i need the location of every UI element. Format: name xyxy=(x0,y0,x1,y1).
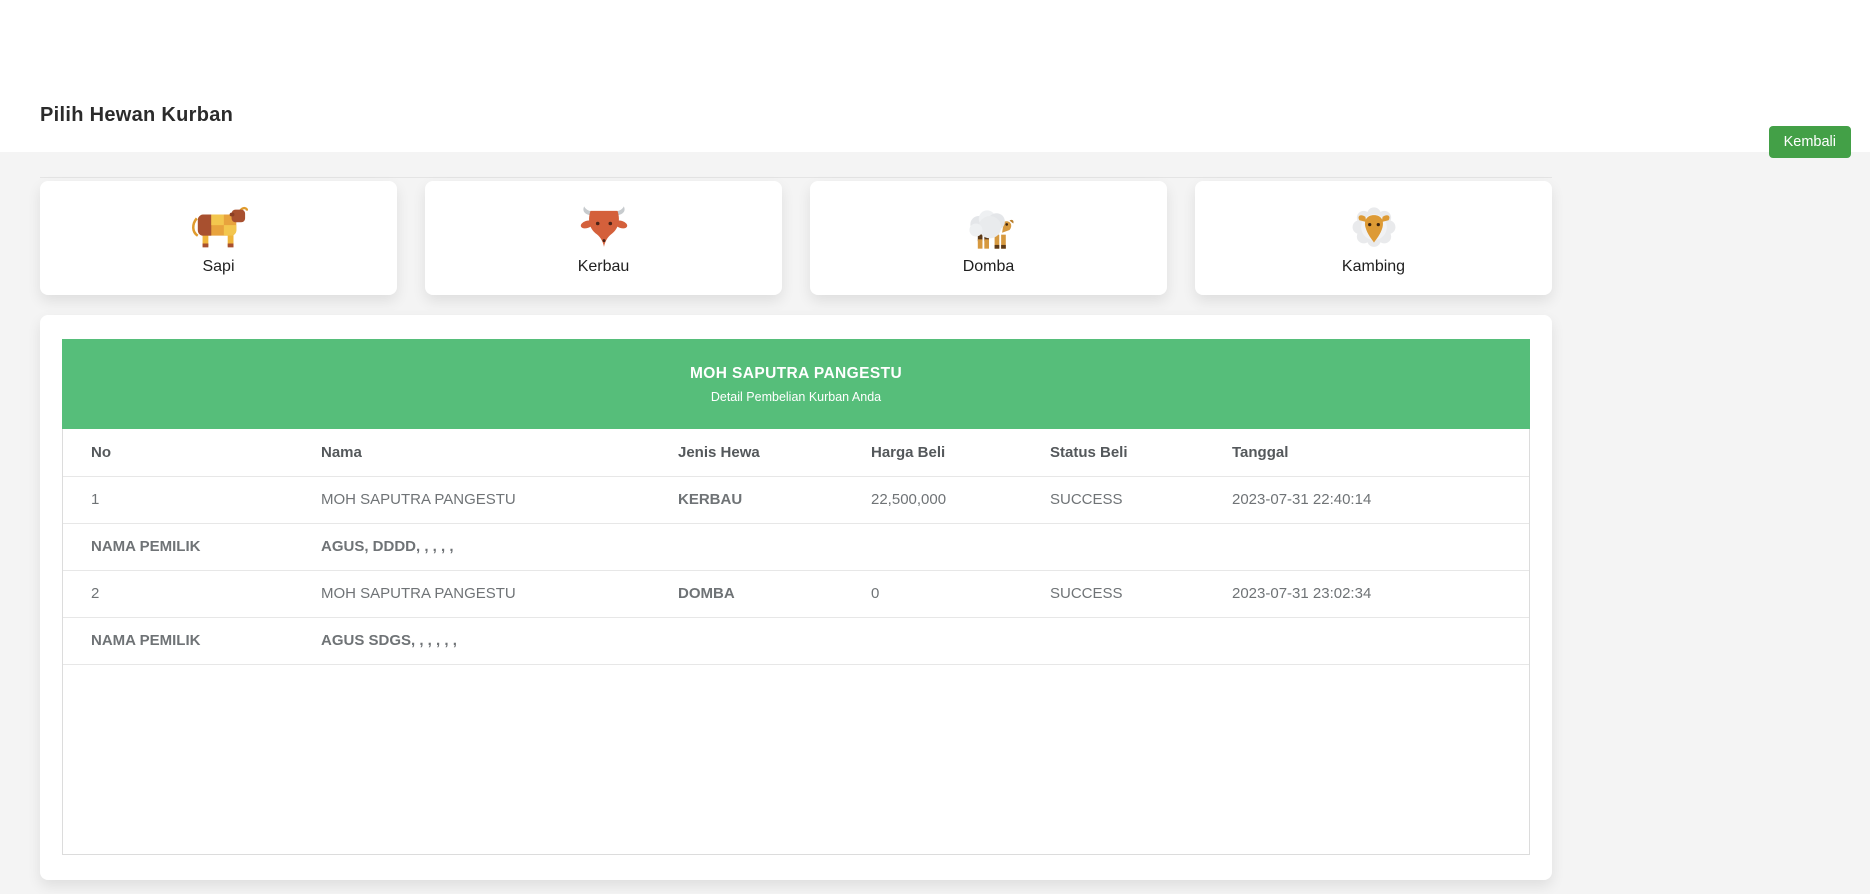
purchase-table: No Nama Jenis Hewa Harga Beli Status Bel… xyxy=(63,429,1529,665)
back-button[interactable]: Kembali xyxy=(1769,126,1851,158)
goat-icon xyxy=(1350,200,1398,252)
buffalo-icon xyxy=(577,200,631,252)
cell-no: 1 xyxy=(63,476,293,523)
cell-harga: 22,500,000 xyxy=(843,476,1022,523)
animal-card-kambing[interactable]: Kambing xyxy=(1195,181,1552,295)
owner-label: NAMA PEMILIK xyxy=(63,523,293,570)
table-row: 2 MOH SAPUTRA PANGESTU DOMBA 0 SUCCESS 2… xyxy=(63,570,1529,617)
col-header-no: No xyxy=(63,429,293,476)
animal-label: Domba xyxy=(963,258,1015,276)
cell-tanggal: 2023-07-31 23:02:34 xyxy=(1204,570,1529,617)
owner-value: AGUS, DDDD, , , , , xyxy=(293,523,650,570)
status-badge: SUCCESS xyxy=(1022,570,1204,617)
page-header xyxy=(0,0,1870,152)
animal-card-kerbau[interactable]: Kerbau xyxy=(425,181,782,295)
owner-subrow: NAMA PEMILIK AGUS SDGS, , , , , , xyxy=(63,617,1529,664)
cell-harga: 0 xyxy=(843,570,1022,617)
page-title: Pilih Hewan Kurban xyxy=(40,104,233,127)
cell-nama: MOH SAPUTRA PANGESTU xyxy=(293,476,650,523)
animal-card-sapi[interactable]: Sapi xyxy=(40,181,397,295)
col-header-jenis-hewan: Jenis Hewa xyxy=(650,429,843,476)
table-header-row: No Nama Jenis Hewa Harga Beli Status Bel… xyxy=(63,429,1529,476)
animal-label: Sapi xyxy=(202,258,234,276)
owner-name: MOH SAPUTRA PANGESTU xyxy=(690,365,902,383)
title-divider xyxy=(40,177,1552,178)
panel-subtitle: Detail Pembelian Kurban Anda xyxy=(711,390,881,404)
cow-icon xyxy=(190,200,248,252)
table-row: 1 MOH SAPUTRA PANGESTU KERBAU 22,500,000… xyxy=(63,476,1529,523)
cell-jenis: DOMBA xyxy=(650,570,843,617)
cell-jenis: KERBAU xyxy=(650,476,843,523)
cell-tanggal: 2023-07-31 22:40:14 xyxy=(1204,476,1529,523)
animal-card-domba[interactable]: Domba xyxy=(810,181,1167,295)
animal-label: Kambing xyxy=(1342,258,1405,276)
purchase-table-box: No Nama Jenis Hewa Harga Beli Status Bel… xyxy=(62,429,1530,855)
col-header-nama: Nama xyxy=(293,429,650,476)
status-badge: SUCCESS xyxy=(1022,476,1204,523)
cell-nama: MOH SAPUTRA PANGESTU xyxy=(293,570,650,617)
owner-subrow: NAMA PEMILIK AGUS, DDDD, , , , , xyxy=(63,523,1529,570)
sheep-icon xyxy=(961,200,1017,252)
col-header-status-beli: Status Beli xyxy=(1022,429,1204,476)
panel-banner: MOH SAPUTRA PANGESTU Detail Pembelian Ku… xyxy=(62,339,1530,429)
cell-no: 2 xyxy=(63,570,293,617)
owner-label: NAMA PEMILIK xyxy=(63,617,293,664)
col-header-tanggal: Tanggal xyxy=(1204,429,1529,476)
animal-label: Kerbau xyxy=(578,258,630,276)
purchase-detail-panel: MOH SAPUTRA PANGESTU Detail Pembelian Ku… xyxy=(40,315,1552,880)
owner-value: AGUS SDGS, , , , , , xyxy=(293,617,650,664)
col-header-harga-beli: Harga Beli xyxy=(843,429,1022,476)
